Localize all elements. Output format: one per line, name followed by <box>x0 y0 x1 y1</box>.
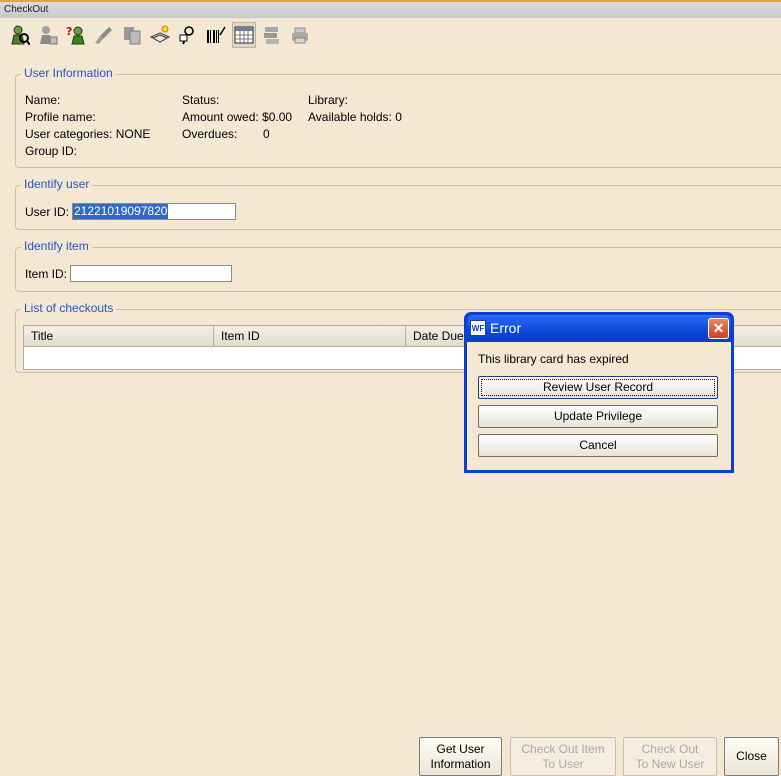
dialog-message: This library card has expired <box>478 352 629 366</box>
close-button[interactable]: Close <box>724 737 779 776</box>
app-icon: WF <box>470 320 486 336</box>
brush-icon[interactable] <box>92 22 116 48</box>
error-dialog: WF Error ✕ This library card has expired… <box>464 312 734 473</box>
reader-icon[interactable] <box>176 22 200 48</box>
item-id-input[interactable] <box>70 265 232 282</box>
identify-user-legend: Identify user <box>21 177 93 191</box>
user-information-panel: User Information Name: Profile name: Use… <box>15 66 781 168</box>
check-out-item-to-user-button[interactable]: Check Out Item To User <box>510 737 616 776</box>
checkouts-legend: List of checkouts <box>21 301 117 315</box>
item-id-label: Item ID: <box>25 267 68 281</box>
user-search-icon[interactable] <box>8 22 32 48</box>
user-help-icon[interactable]: ? <box>64 22 88 48</box>
get-user-information-button[interactable]: Get User Information <box>419 737 502 776</box>
book-new-icon[interactable] <box>148 22 172 48</box>
user-categories-label: User categories: <box>25 127 113 141</box>
calendar-icon[interactable] <box>232 22 256 48</box>
available-holds-value: 0 <box>395 110 402 124</box>
update-privilege-button[interactable]: Update Privilege <box>478 405 718 428</box>
user-id-value: 21221019097820 <box>73 204 169 219</box>
identify-user-panel: Identify user User ID: 21221019097820 <box>15 177 781 230</box>
close-icon[interactable]: ✕ <box>708 318 729 339</box>
svg-text:?: ? <box>66 25 72 38</box>
checkout-to-user-line2: To User <box>542 756 584 771</box>
identify-item-panel: Identify item Item ID: <box>15 239 781 292</box>
cancel-button[interactable]: Cancel <box>478 434 718 457</box>
checkout-new-user-line2: To New User <box>635 756 705 771</box>
user-information-legend: User Information <box>21 66 116 80</box>
dialog-body: This library card has expired Review Use… <box>467 342 731 470</box>
amount-owed-value: $0.00 <box>262 110 293 124</box>
identify-item-legend: Identify item <box>21 239 92 253</box>
review-user-record-button[interactable]: Review User Record <box>478 376 718 399</box>
checkout-to-user-line1: Check Out Item <box>521 741 605 756</box>
library-label: Library: <box>308 93 349 107</box>
user-categories-row: User categories: NONE <box>25 127 150 141</box>
dialog-title-bar[interactable]: WF Error ✕ <box>467 315 731 342</box>
get-user-info-line2: Information <box>430 756 491 771</box>
column-item-id[interactable]: Item ID <box>214 326 406 347</box>
overdues-label: Overdues: <box>182 127 238 141</box>
user-categories-value: NONE <box>115 127 151 141</box>
dialog-title: Error <box>490 320 522 336</box>
user-info-icon[interactable] <box>36 22 60 48</box>
toolbar: ? <box>8 22 312 48</box>
group-id-label: Group ID: <box>25 144 78 158</box>
checkout-new-user-line1: Check Out <box>641 741 699 756</box>
amount-owed-label: Amount owed: <box>182 110 259 124</box>
overdues-value: 0 <box>263 127 270 141</box>
check-out-to-new-user-button[interactable]: Check Out To New User <box>623 737 717 776</box>
user-id-label: User ID: <box>25 205 70 219</box>
stack-icon[interactable] <box>260 22 284 48</box>
column-title[interactable]: Title <box>24 326 214 347</box>
available-holds-label: Available holds: <box>308 110 392 124</box>
barcode-icon[interactable] <box>204 22 228 48</box>
printer-icon[interactable] <box>288 22 312 48</box>
name-label: Name: <box>25 93 61 107</box>
profile-name-label: Profile name: <box>25 110 96 124</box>
window-title: CheckOut <box>0 0 781 18</box>
amount-owed-row: Amount owed: $0.00 <box>182 110 292 124</box>
user-id-input[interactable]: 21221019097820 <box>72 203 236 220</box>
available-holds-row: Available holds: 0 <box>308 110 402 124</box>
status-label: Status: <box>182 93 220 107</box>
get-user-info-line1: Get User <box>436 741 485 756</box>
copy-icon[interactable] <box>120 22 144 48</box>
